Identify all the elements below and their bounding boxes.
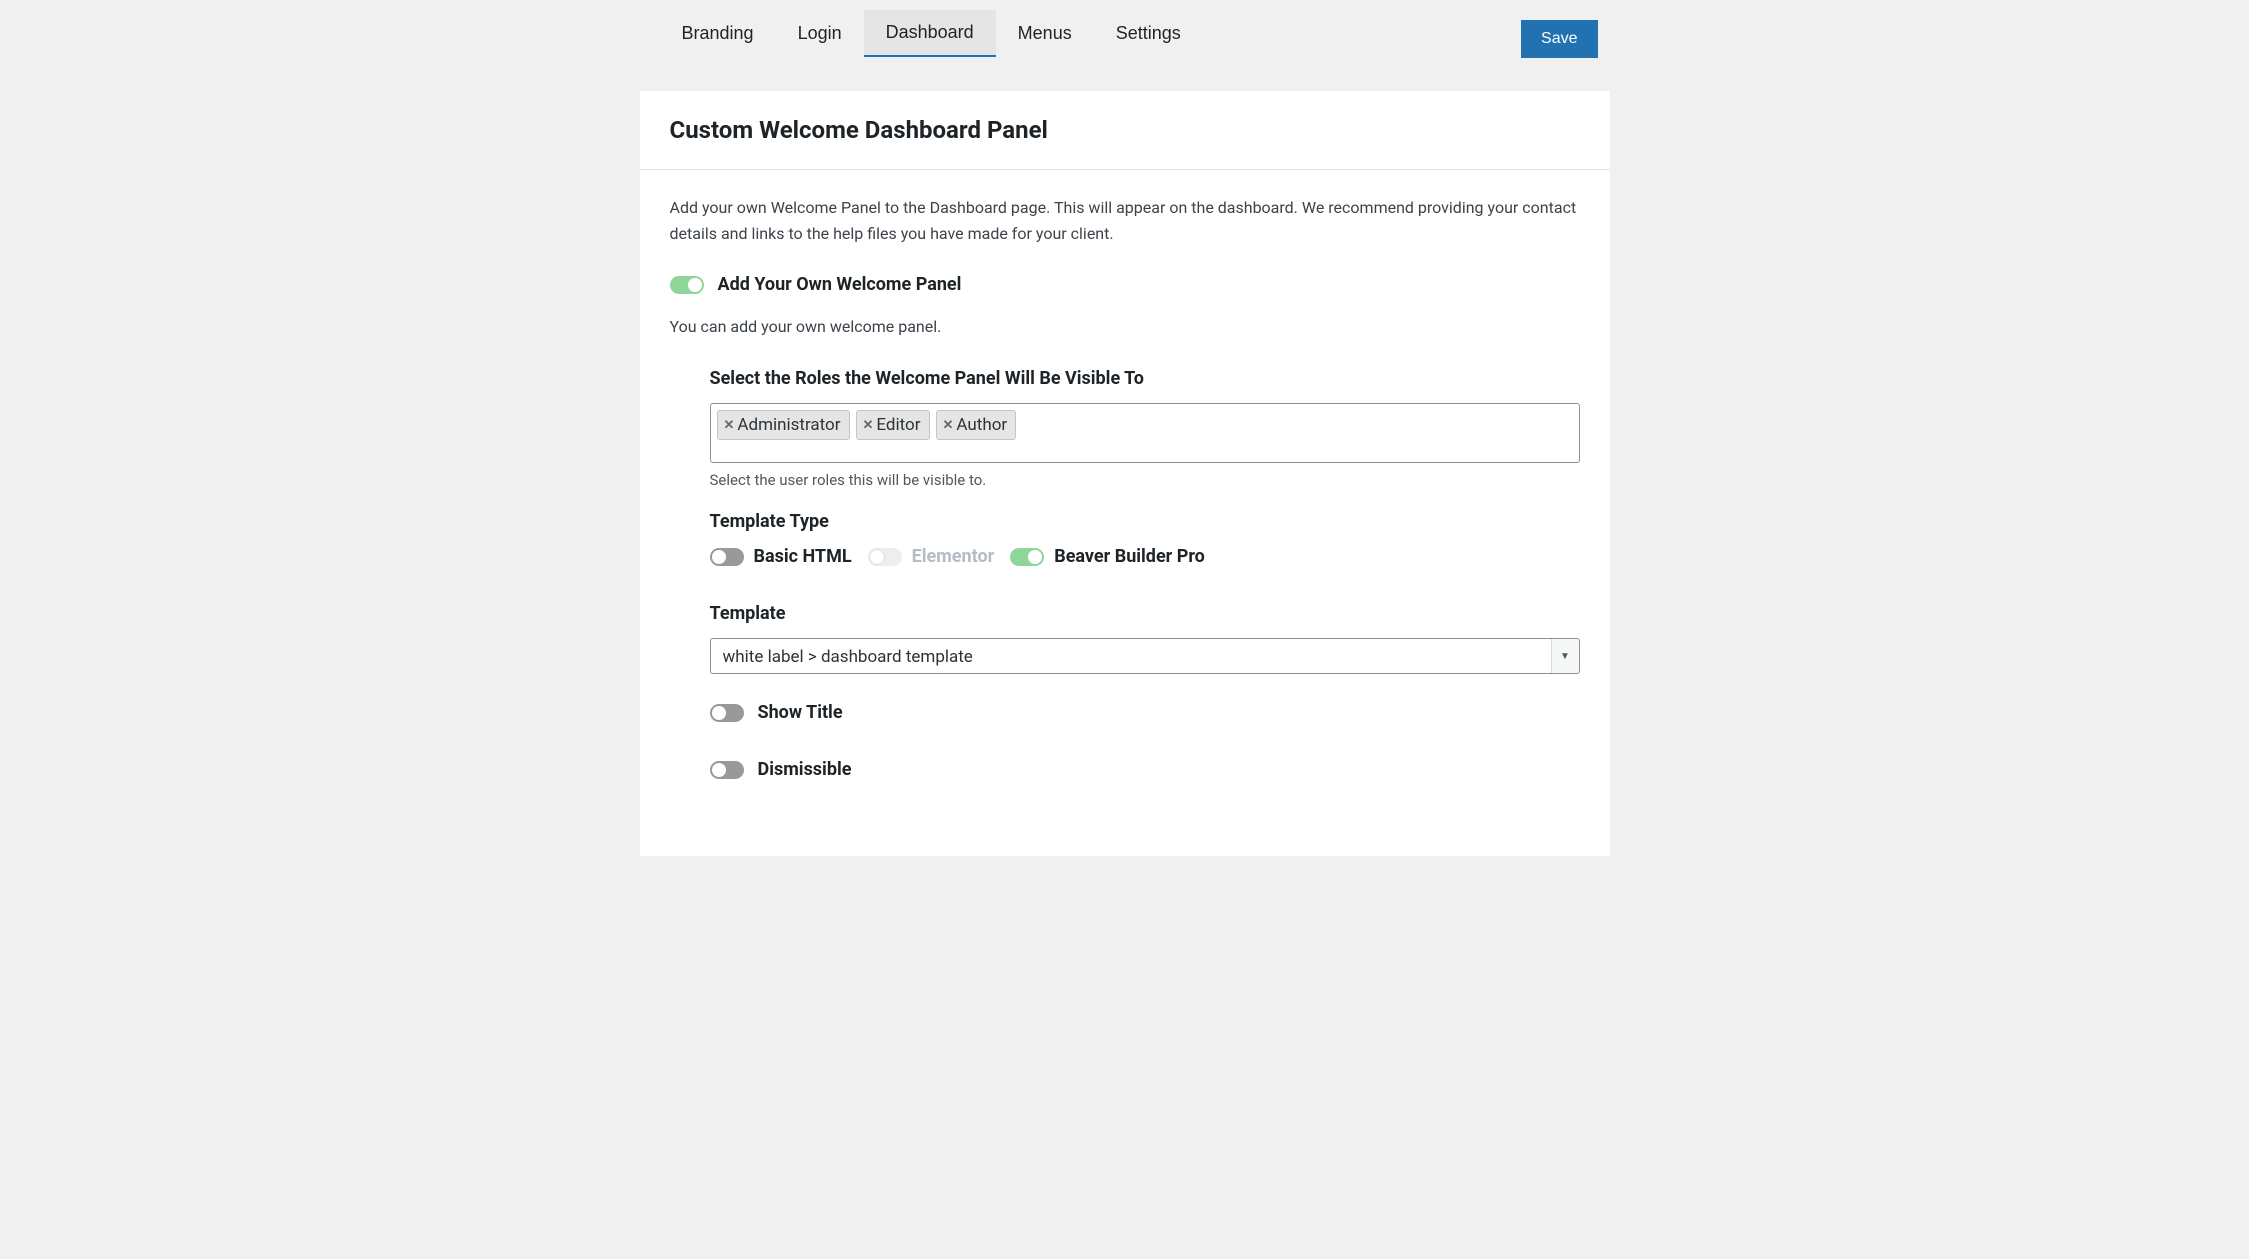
toggle-add-welcome-panel-label: Add Your Own Welcome Panel xyxy=(718,274,962,295)
toggle-elementor[interactable] xyxy=(868,548,902,566)
remove-tag-icon[interactable]: ✕ xyxy=(863,418,874,433)
toggle-dismissible[interactable] xyxy=(710,761,744,779)
toggle-show-title-label: Show Title xyxy=(758,702,843,723)
roles-help-text: Select the user roles this will be visib… xyxy=(710,471,1580,489)
toggle-elementor-label: Elementor xyxy=(912,546,995,567)
template-select[interactable]: white label > dashboard template xyxy=(710,638,1580,674)
tabs-navigation: Branding Login Dashboard Menus Settings xyxy=(660,10,1203,57)
toggle-basic-html-label: Basic HTML xyxy=(754,546,852,567)
sub-description: You can add your own welcome panel. xyxy=(670,317,1580,336)
tab-login[interactable]: Login xyxy=(776,10,864,57)
toggle-basic-html[interactable] xyxy=(710,548,744,566)
role-tag-administrator: ✕ Administrator xyxy=(717,410,850,440)
template-type-label: Template Type xyxy=(710,511,1580,532)
tab-branding[interactable]: Branding xyxy=(660,10,776,57)
remove-tag-icon[interactable]: ✕ xyxy=(724,418,735,433)
roles-multiselect[interactable]: ✕ Administrator ✕ Editor ✕ Author xyxy=(710,403,1580,463)
role-tag-label: Administrator xyxy=(737,415,840,435)
roles-label: Select the Roles the Welcome Panel Will … xyxy=(710,368,1580,389)
toggle-show-title[interactable] xyxy=(710,704,744,722)
panel-description: Add your own Welcome Panel to the Dashbo… xyxy=(670,195,1580,246)
role-tag-label: Editor xyxy=(876,415,920,435)
remove-tag-icon[interactable]: ✕ xyxy=(943,418,954,433)
toggle-beaver-builder-label: Beaver Builder Pro xyxy=(1054,546,1205,567)
template-label: Template xyxy=(710,603,1580,624)
role-tag-author: ✕ Author xyxy=(936,410,1017,440)
toggle-add-welcome-panel[interactable] xyxy=(670,276,704,294)
save-button[interactable]: Save xyxy=(1521,20,1597,58)
tab-settings[interactable]: Settings xyxy=(1094,10,1203,57)
role-tag-editor: ✕ Editor xyxy=(856,410,930,440)
tab-menus[interactable]: Menus xyxy=(996,10,1094,57)
toggle-beaver-builder[interactable] xyxy=(1010,548,1044,566)
role-tag-label: Author xyxy=(956,415,1007,435)
toggle-dismissible-label: Dismissible xyxy=(758,759,852,780)
page-title: Custom Welcome Dashboard Panel xyxy=(670,116,1580,144)
tab-dashboard[interactable]: Dashboard xyxy=(864,10,996,57)
